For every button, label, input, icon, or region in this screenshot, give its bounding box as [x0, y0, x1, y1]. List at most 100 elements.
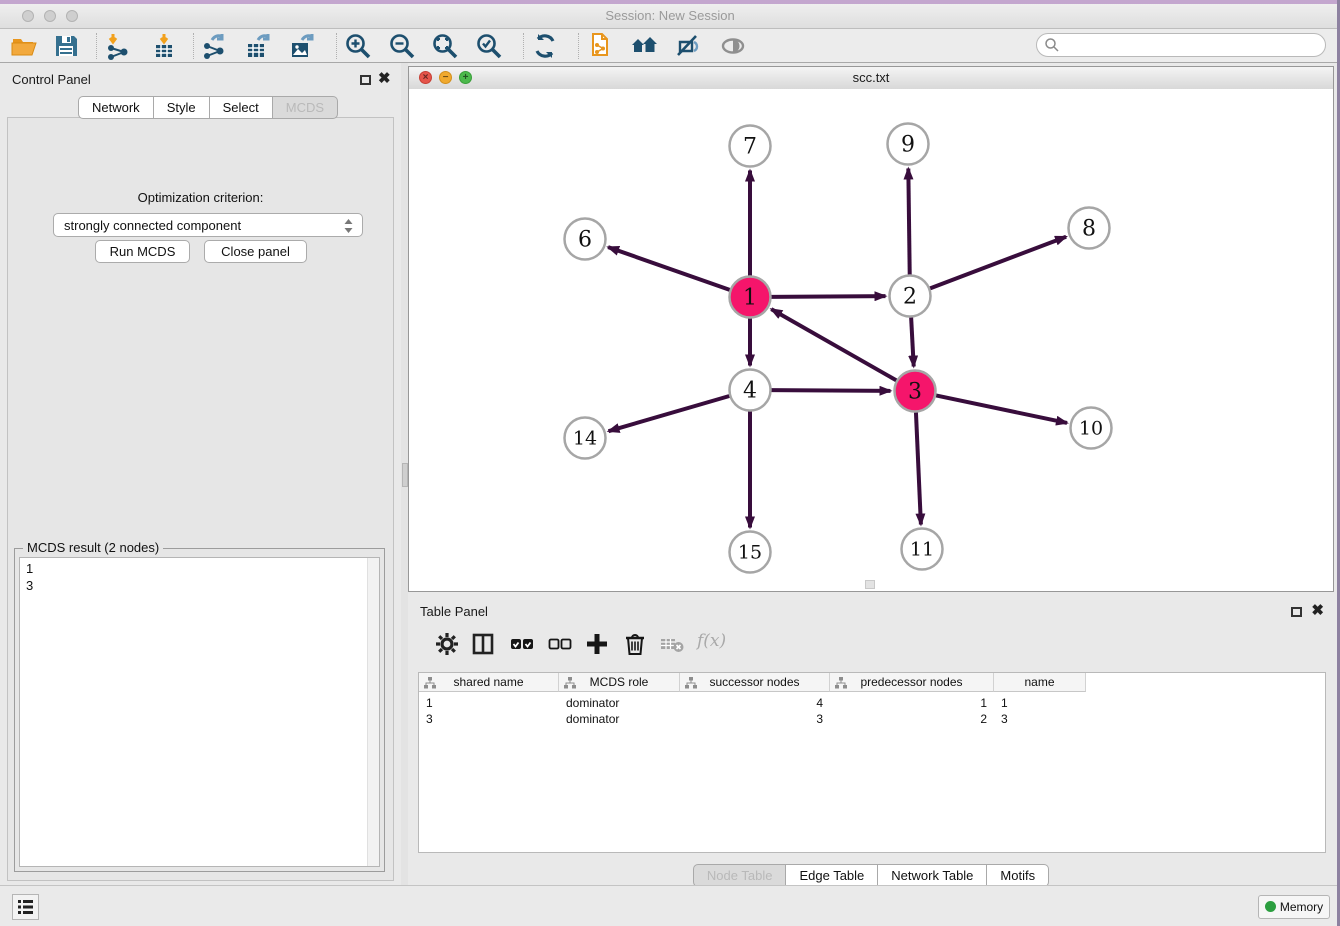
run-mcds-button[interactable]: Run MCDS: [95, 240, 190, 263]
search-input[interactable]: [1063, 35, 1317, 55]
zoom-in-icon[interactable]: [344, 32, 372, 60]
task-history-button[interactable]: [12, 894, 39, 920]
toolbar-separator: [336, 33, 337, 59]
column-header-MCDS-role[interactable]: MCDS role: [559, 673, 680, 692]
network-window-titlebar[interactable]: × − + scc.txt: [409, 67, 1333, 90]
add-icon[interactable]: [584, 631, 610, 657]
cell-successor-nodes[interactable]: 3: [680, 711, 830, 727]
cell-predecessor-nodes[interactable]: 1: [830, 695, 994, 711]
close-panel-icon[interactable]: ✖: [378, 72, 391, 86]
tab-select[interactable]: Select: [210, 96, 273, 119]
network-window-title: scc.txt: [409, 70, 1333, 85]
toolbar-separator: [578, 33, 579, 59]
import-table-icon[interactable]: [150, 32, 178, 60]
delete-icon[interactable]: [622, 631, 648, 657]
deselect-all-icon[interactable]: [547, 631, 573, 657]
table-row[interactable]: 3dominator323: [419, 711, 1086, 727]
column-header-successor-nodes[interactable]: successor nodes: [680, 673, 830, 692]
node-label-4: 4: [743, 379, 757, 404]
control-panel-title: Control Panel: [12, 72, 91, 87]
panel-splitter[interactable]: [401, 63, 408, 886]
edge-3-10[interactable]: [936, 395, 1067, 423]
node-label-14: 14: [573, 428, 597, 450]
canvas-resize-grip[interactable]: [865, 580, 875, 589]
column-header-shared-name[interactable]: shared name: [419, 673, 559, 692]
save-session-icon[interactable]: [52, 32, 80, 60]
cell-predecessor-nodes[interactable]: 2: [830, 711, 994, 727]
tab-motifs[interactable]: Motifs: [987, 864, 1049, 887]
float-panel-icon[interactable]: [360, 75, 371, 85]
open-session-icon[interactable]: [10, 32, 38, 60]
toolbar-separator: [96, 33, 97, 59]
edge-3-11[interactable]: [916, 412, 921, 524]
zoom-out-icon[interactable]: [388, 32, 416, 60]
tab-edge-table[interactable]: Edge Table: [786, 864, 878, 887]
edge-2-9[interactable]: [908, 168, 909, 274]
refresh-icon[interactable]: [531, 32, 559, 60]
new-network-icon[interactable]: [586, 32, 614, 60]
node-label-10: 10: [1079, 418, 1103, 440]
import-network-icon[interactable]: [104, 32, 132, 60]
network-canvas[interactable]: 7968124314101511: [409, 89, 1333, 591]
optimization-criterion-label: Optimization criterion:: [8, 190, 393, 205]
close-panel-button[interactable]: Close panel: [204, 240, 307, 263]
home-icon[interactable]: [630, 32, 658, 60]
edge-3-1[interactable]: [771, 309, 896, 380]
result-scrollbar[interactable]: [367, 558, 379, 866]
cell-shared-name[interactable]: 3: [419, 711, 559, 727]
node-label-9: 9: [901, 133, 915, 158]
criterion-select[interactable]: strongly connected component: [53, 213, 363, 237]
export-image-icon[interactable]: [288, 32, 316, 60]
table-close-icon[interactable]: ✖: [1311, 604, 1324, 618]
gear-icon[interactable]: [434, 631, 460, 657]
columns-icon[interactable]: [470, 631, 496, 657]
search-field[interactable]: [1036, 33, 1326, 57]
tab-network-table[interactable]: Network Table: [878, 864, 987, 887]
table-panel: Table Panel ✖ f(x): [408, 595, 1334, 886]
table-header-row: shared nameMCDS rolesuccessor nodesprede…: [419, 673, 1086, 693]
node-label-7: 7: [743, 135, 757, 160]
table-float-icon[interactable]: [1291, 607, 1302, 617]
hide-labels-icon[interactable]: [674, 32, 702, 60]
tab-network[interactable]: Network: [78, 96, 154, 119]
function-builder-icon: f(x): [697, 631, 726, 651]
export-network-icon[interactable]: [200, 32, 228, 60]
cell-shared-name[interactable]: 1: [419, 695, 559, 711]
edge-2-3[interactable]: [911, 317, 914, 366]
select-stepper-icon: [343, 218, 354, 234]
network-graph[interactable]: 7968124314101511: [409, 89, 1333, 592]
select-all-icon[interactable]: [509, 631, 535, 657]
cell-successor-nodes[interactable]: 4: [680, 695, 830, 711]
status-bar: Memory: [0, 885, 1340, 926]
export-table-icon[interactable]: [244, 32, 272, 60]
node-label-8: 8: [1082, 217, 1096, 242]
cell-MCDS-role[interactable]: dominator: [559, 711, 680, 727]
tab-style[interactable]: Style: [154, 96, 210, 119]
mcds-result-area[interactable]: 1 3: [19, 557, 380, 867]
tab-node-table[interactable]: Node Table: [693, 864, 787, 887]
edge-1-6[interactable]: [608, 247, 730, 290]
cell-name[interactable]: 3: [994, 711, 1086, 727]
edge-2-8[interactable]: [930, 237, 1066, 289]
edge-1-2[interactable]: [771, 296, 885, 297]
memory-button[interactable]: Memory: [1258, 895, 1330, 919]
zoom-fit-icon[interactable]: [431, 32, 459, 60]
window-title: Session: New Session: [0, 8, 1340, 23]
show-hide-icon[interactable]: [719, 32, 747, 60]
column-header-predecessor-nodes[interactable]: predecessor nodes: [830, 673, 994, 692]
node-label-15: 15: [738, 542, 762, 564]
cell-MCDS-role[interactable]: dominator: [559, 695, 680, 711]
edge-4-3[interactable]: [771, 390, 890, 391]
table-row[interactable]: 1dominator411: [419, 695, 1086, 711]
tab-mcds[interactable]: MCDS: [273, 96, 338, 119]
mcds-result-title: MCDS result (2 nodes): [23, 540, 163, 555]
cell-name[interactable]: 1: [994, 695, 1086, 711]
node-label-2: 2: [903, 285, 917, 310]
edge-4-14[interactable]: [609, 396, 730, 431]
zoom-selected-icon[interactable]: [475, 32, 503, 60]
mcds-result-groupbox: MCDS result (2 nodes) 1 3: [14, 548, 385, 872]
column-header-name[interactable]: name: [994, 673, 1086, 692]
main-toolbar: [0, 29, 1340, 63]
table-toolbar: f(x): [418, 625, 1326, 665]
node-table[interactable]: shared nameMCDS rolesuccessor nodesprede…: [418, 672, 1326, 853]
